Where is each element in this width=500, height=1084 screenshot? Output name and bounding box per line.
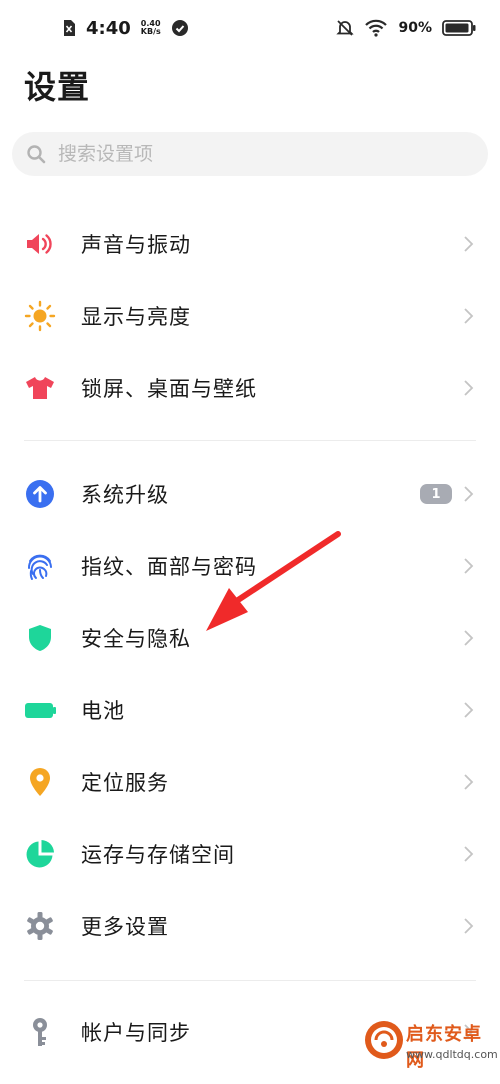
settings-item-label: 锁屏、桌面与壁纸 [81, 377, 257, 401]
settings-item-label: 运存与存储空间 [81, 843, 235, 867]
sun-icon [24, 300, 56, 332]
settings-item-label: 帐户与同步 [81, 1021, 191, 1045]
chevron-right-icon [464, 630, 474, 646]
chevron-right-icon [464, 308, 474, 324]
key-icon [24, 1016, 56, 1048]
speaker-icon [24, 228, 56, 260]
fingerprint-icon [24, 550, 56, 582]
network-speed-unit: KB/s [140, 27, 161, 36]
chevron-right-icon [464, 486, 474, 502]
battery-status-icon [442, 20, 476, 36]
settings-item-label: 指纹、面部与密码 [81, 555, 257, 579]
settings-item-battery[interactable]: 电池 [0, 678, 500, 742]
upgrade-icon [24, 478, 56, 510]
page-title: 设置 [24, 68, 91, 106]
chevron-right-icon [464, 236, 474, 252]
battery-percentage: 90% [398, 20, 432, 36]
chevron-right-icon [464, 380, 474, 396]
chevron-right-icon [464, 702, 474, 718]
watermark-brand: 启东安卓网 [406, 1024, 482, 1071]
status-time: 4:40 [86, 17, 131, 39]
settings-item-sound[interactable]: 声音与振动 [0, 212, 500, 276]
settings-item-system-upgrade[interactable]: 系统升级 1 [0, 462, 500, 526]
search-bar[interactable] [12, 132, 488, 176]
data-saver-icon [171, 20, 188, 36]
no-sim-icon [64, 20, 75, 36]
settings-item-label: 声音与振动 [81, 233, 191, 257]
settings-item-security-privacy[interactable]: 安全与隐私 [0, 606, 500, 670]
mute-bell-icon [336, 20, 355, 36]
wifi-icon [365, 19, 388, 37]
watermark-url: www.qdltdq.com [406, 1048, 498, 1061]
chevron-right-icon [464, 846, 474, 862]
location-pin-icon [24, 766, 56, 798]
update-count-badge: 1 [420, 484, 452, 504]
settings-item-label: 显示与亮度 [81, 305, 191, 329]
settings-item-fingerprint-face-password[interactable]: 指纹、面部与密码 [0, 534, 500, 598]
settings-item-label: 更多设置 [81, 915, 169, 939]
shirt-icon [24, 372, 56, 404]
gear-icon [24, 910, 56, 942]
pie-chart-icon [24, 838, 56, 870]
settings-item-display[interactable]: 显示与亮度 [0, 284, 500, 348]
settings-item-label: 定位服务 [81, 771, 169, 795]
settings-item-label: 安全与隐私 [81, 627, 191, 651]
watermark: 启东安卓网 www.qdltdq.com [364, 1008, 498, 1074]
settings-item-wallpaper[interactable]: 锁屏、桌面与壁纸 [0, 356, 500, 420]
watermark-logo-icon [365, 1021, 403, 1059]
status-bar: 4:40 0.40 KB/s 90% [0, 0, 500, 56]
chevron-right-icon [464, 558, 474, 574]
section-divider [24, 980, 476, 981]
battery-icon [24, 694, 56, 726]
network-speed: 0.40 KB/s [141, 20, 161, 36]
settings-item-label: 电池 [81, 699, 125, 723]
section-divider [24, 440, 476, 441]
shield-icon [24, 622, 56, 654]
settings-item-more-settings[interactable]: 更多设置 [0, 894, 500, 958]
settings-item-storage[interactable]: 运存与存储空间 [0, 822, 500, 886]
settings-item-label: 系统升级 [81, 483, 169, 507]
search-icon [27, 145, 46, 164]
search-input[interactable] [56, 142, 460, 166]
settings-item-location[interactable]: 定位服务 [0, 750, 500, 814]
chevron-right-icon [464, 774, 474, 790]
chevron-right-icon [464, 918, 474, 934]
